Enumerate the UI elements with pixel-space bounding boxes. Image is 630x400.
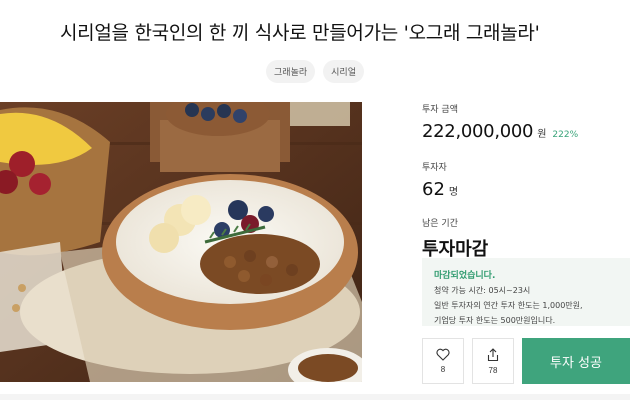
heart-icon — [436, 348, 450, 361]
investor-count: 62 — [422, 179, 445, 200]
funding-panel: 투자 금액 222,000,000 원 222% 투자자 62 명 남은 기간 … — [422, 102, 630, 261]
amount-label: 투자 금액 — [422, 105, 458, 115]
page-title: 시리얼을 한국인의 한 끼 식사로 만들어가는 '오그래 그래놀라' — [60, 22, 540, 44]
closed-notice: 마감되었습니다. 청약 가능 시간: 05시~23시 일반 투자자의 연간 투자… — [422, 258, 630, 326]
share-button[interactable]: 78 — [472, 338, 514, 384]
funding-percent: 222% — [552, 130, 579, 140]
investors-unit: 명 — [448, 187, 459, 198]
investors-row: 62 명 — [422, 179, 630, 200]
amount-row: 222,000,000 원 222% — [422, 121, 630, 142]
notice-line-company-limit: 기업당 투자 한도는 500만원입니다. — [434, 316, 556, 325]
like-count: 8 — [440, 365, 446, 374]
bottom-divider — [0, 394, 630, 400]
investors-label: 투자자 — [422, 163, 447, 173]
notice-title: 마감되었습니다. — [434, 271, 496, 281]
share-icon — [487, 347, 499, 361]
notice-line-annual-limit: 일반 투자자의 연간 투자 한도는 1,000만원, — [434, 301, 583, 310]
remaining-label: 남은 기간 — [422, 219, 458, 229]
action-bar: 8 78 투자 성공 — [422, 338, 630, 384]
product-photo — [0, 102, 362, 382]
like-button[interactable]: 8 — [422, 338, 464, 384]
granola-bowl-illustration — [0, 102, 362, 382]
invest-success-button[interactable]: 투자 성공 — [522, 338, 630, 384]
share-count: 78 — [488, 365, 498, 375]
funding-amount: 222,000,000 — [422, 121, 534, 142]
amount-unit: 원 — [537, 129, 547, 140]
notice-line-hours: 청약 가능 시간: 05시~23시 — [434, 286, 531, 295]
tag-granola[interactable]: 그래놀라 — [266, 60, 316, 83]
tag-cereal[interactable]: 시리얼 — [323, 60, 364, 83]
tag-list: 그래놀라 시리얼 — [0, 60, 630, 83]
